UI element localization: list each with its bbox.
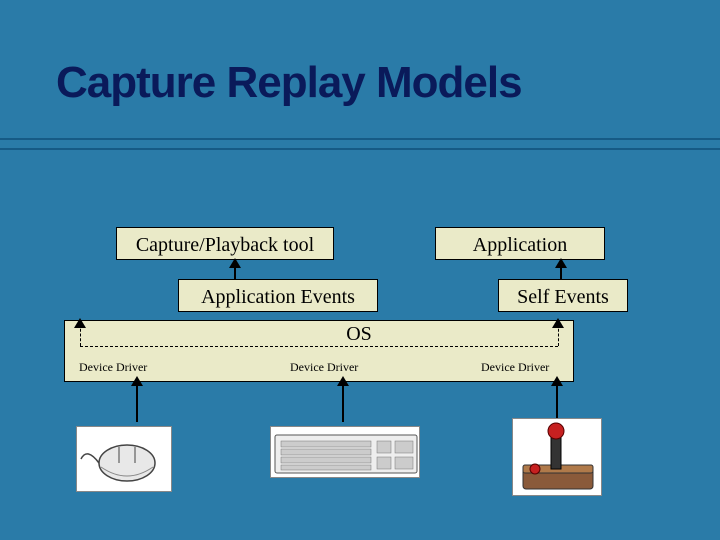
dashed-arrowhead-right — [552, 318, 564, 328]
arrowhead-selfevents-to-application — [555, 258, 567, 268]
keyboard-icon — [270, 426, 420, 478]
self-events-box: Self Events — [498, 279, 628, 312]
arrow-keyboard-to-os — [342, 382, 344, 422]
title-underline-1 — [0, 138, 720, 140]
application-box: Application — [435, 227, 605, 260]
dashed-connector-horizontal — [80, 346, 558, 347]
application-events-box: Application Events — [178, 279, 378, 312]
device-driver-label-1: Device Driver — [79, 360, 147, 375]
arrowhead-joystick-to-os — [551, 376, 563, 386]
mouse-icon — [76, 426, 172, 492]
os-label: OS — [266, 323, 372, 346]
title-underline-2 — [0, 148, 720, 150]
arrow-joystick-to-os — [556, 382, 558, 422]
device-driver-label-2: Device Driver — [290, 360, 358, 375]
joystick-icon — [512, 418, 602, 496]
arrow-mouse-to-os — [136, 382, 138, 422]
capture-playback-box: Capture/Playback tool — [116, 227, 334, 260]
device-driver-label-3: Device Driver — [481, 360, 549, 375]
arrowhead-keyboard-to-os — [337, 376, 349, 386]
dashed-arrowhead-left — [74, 318, 86, 328]
arrowhead-mouse-to-os — [131, 376, 143, 386]
slide-title: Capture Replay Models — [56, 58, 522, 108]
arrowhead-appevents-to-capture — [229, 258, 241, 268]
os-box: OS Device Driver Device Driver Device Dr… — [64, 320, 574, 382]
